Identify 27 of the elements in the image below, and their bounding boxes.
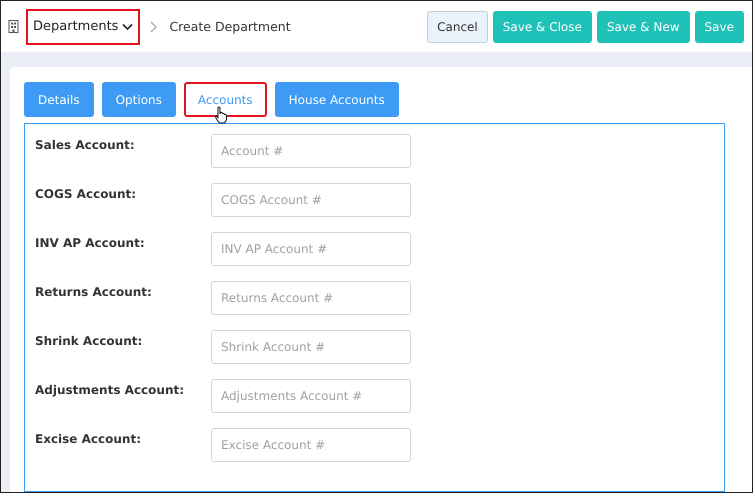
input-field[interactable]: COGS Account # bbox=[211, 183, 411, 217]
field-label: Shrink Account: bbox=[35, 333, 144, 348]
building-icon bbox=[8, 20, 19, 33]
hand-cursor-icon bbox=[214, 106, 228, 124]
field-label: Adjustments Account: bbox=[35, 382, 186, 397]
field-label: INV AP Account: bbox=[35, 235, 146, 250]
input-field[interactable]: Account # bbox=[211, 134, 411, 168]
input-field[interactable]: Excise Account # bbox=[211, 428, 411, 462]
tab[interactable]: House Accounts bbox=[274, 82, 399, 117]
input-field[interactable]: INV AP Account # bbox=[211, 232, 411, 266]
field-label: Sales Account: bbox=[35, 137, 136, 152]
save-button[interactable]: Save & New bbox=[596, 10, 690, 42]
tab[interactable]: Options bbox=[102, 82, 176, 117]
input-field[interactable]: Shrink Account # bbox=[211, 330, 411, 364]
field-label: Returns Account: bbox=[35, 284, 153, 299]
save-button[interactable]: Save bbox=[694, 10, 744, 42]
cancel-button[interactable]: Cancel bbox=[427, 10, 488, 42]
input-field[interactable]: Returns Account # bbox=[211, 281, 411, 315]
save-button[interactable]: Save & Close bbox=[492, 10, 592, 42]
input-field[interactable]: Adjustments Account # bbox=[211, 379, 411, 413]
page-title: Create Department bbox=[169, 19, 291, 34]
chevron-right-icon bbox=[150, 20, 158, 32]
field-label: COGS Account: bbox=[35, 186, 138, 201]
chevron-down-icon bbox=[122, 22, 134, 30]
tab[interactable]: Details bbox=[24, 82, 94, 117]
departments-dropdown[interactable]: Departments bbox=[26, 8, 140, 44]
field-label: Excise Account: bbox=[35, 431, 142, 446]
